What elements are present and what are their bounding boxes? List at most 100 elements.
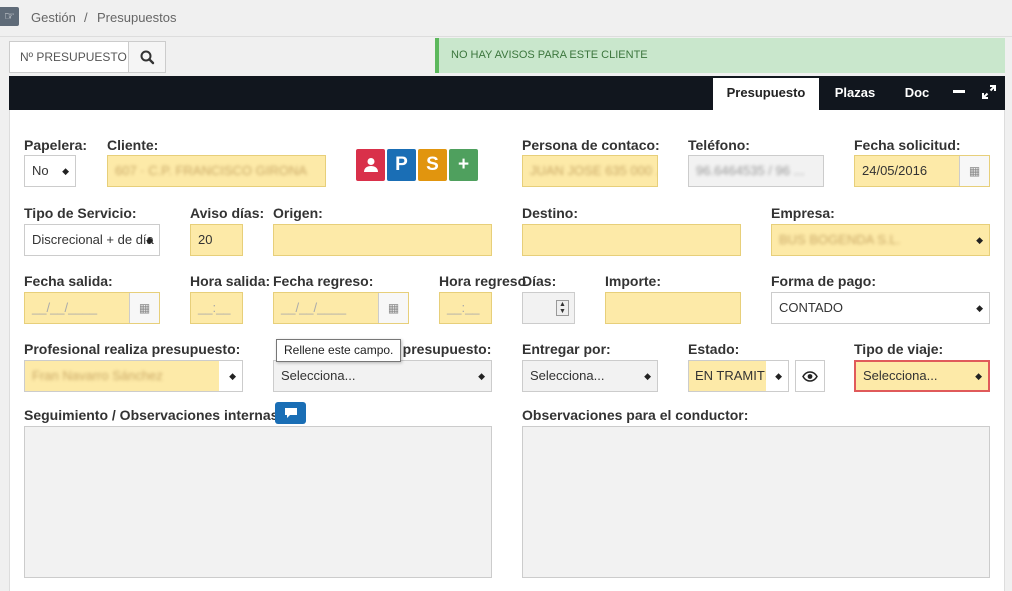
obs-conductor-label: Observaciones para el conductor: xyxy=(522,407,749,423)
fecha-solicitud-value: 24/05/2016 xyxy=(862,163,928,178)
forma-pago-select[interactable]: CONTADO ◆ xyxy=(771,292,990,324)
aviso-dias-value: 20 xyxy=(198,232,213,247)
comment-icon xyxy=(284,408,297,418)
eye-icon xyxy=(802,371,818,382)
add-comment-button[interactable] xyxy=(275,402,306,424)
hand-icon[interactable]: ☞ xyxy=(0,7,19,26)
importe-label: Importe: xyxy=(605,273,661,289)
forma-pago-value: CONTADO xyxy=(779,300,844,315)
sort-icon: ◆ xyxy=(478,371,485,381)
entregar-por-value: Selecciona... xyxy=(530,368,605,383)
fecha-solicitud-label: Fecha solicitud: xyxy=(854,137,961,153)
search-button[interactable] xyxy=(128,41,166,73)
fecha-salida-value: __/__/____ xyxy=(32,300,98,315)
search-icon xyxy=(140,50,155,65)
validation-tooltip: Rellene este campo. xyxy=(276,339,402,362)
tipo-servicio-value: Discrecional + de día xyxy=(32,232,154,247)
breadcrumb-gestion[interactable]: Gestión xyxy=(31,10,76,25)
hora-salida-label: Hora salida: xyxy=(190,273,271,289)
papelera-label: Papelera: xyxy=(24,137,88,153)
aviso-dias-label: Aviso días: xyxy=(190,205,265,221)
persona-value: JUAN JOSE 635 000 ... xyxy=(530,163,658,178)
telefono-value: 96.6464535 / 96 ... xyxy=(696,163,805,178)
realiza-presupuesto-label: a presupuesto: xyxy=(391,341,492,357)
entregar-por-label: Entregar por: xyxy=(522,341,611,357)
calendar-icon[interactable]: ▦ xyxy=(129,293,159,323)
sort-icon: ◆ xyxy=(975,371,982,381)
fecha-regreso-label: Fecha regreso: xyxy=(273,273,374,289)
entregar-por-select[interactable]: Selecciona... ◆ xyxy=(522,360,658,392)
calendar-icon[interactable]: ▦ xyxy=(378,293,408,323)
tipo-servicio-label: Tipo de Servicio: xyxy=(24,205,137,221)
sort-icon: ◆ xyxy=(976,235,983,245)
tab-plazas[interactable]: Plazas xyxy=(822,78,888,110)
persona-field[interactable]: JUAN JOSE 635 000 ... xyxy=(522,155,658,187)
estado-view-button[interactable] xyxy=(795,360,825,392)
tab-doc[interactable]: Doc xyxy=(894,78,940,110)
breadcrumb-separator: / xyxy=(84,10,88,25)
cliente-field[interactable]: 607 · C.P. FRANCISCO GIRONA xyxy=(107,155,326,187)
tab-presupuesto[interactable]: Presupuesto xyxy=(713,78,819,110)
profesional-select[interactable]: Fran Navarro Sánchez ◆ xyxy=(24,360,243,392)
fecha-regreso-value: __/__/____ xyxy=(281,300,347,315)
persona-label: Persona de contaco: xyxy=(522,137,660,153)
sort-icon: ◆ xyxy=(146,235,153,245)
expand-icon[interactable] xyxy=(982,85,996,99)
tipo-servicio-select[interactable]: Discrecional + de día ◆ xyxy=(24,224,160,256)
user-icon xyxy=(363,158,378,172)
sort-icon: ◆ xyxy=(229,371,236,381)
p-button[interactable]: P xyxy=(387,149,416,181)
aviso-dias-field[interactable]: 20 xyxy=(190,224,243,256)
empresa-value: BUS BOGENDA S.L. xyxy=(779,232,901,247)
estado-label: Estado: xyxy=(688,341,740,357)
breadcrumb-presupuestos: Presupuestos xyxy=(97,10,177,25)
presupuesto-search-input[interactable]: Nº PRESUPUESTO xyxy=(9,41,129,73)
obs-conductor-textarea[interactable] xyxy=(522,426,990,578)
sort-icon: ◆ xyxy=(976,303,983,313)
client-notice: NO HAY AVISOS PARA ESTE CLIENTE xyxy=(435,38,1005,73)
profesional-label: Profesional realiza presupuesto: xyxy=(24,341,241,357)
fecha-regreso-field[interactable]: __/__/____ ▦ xyxy=(273,292,409,324)
origen-label: Origen: xyxy=(273,205,323,221)
fecha-salida-field[interactable]: __/__/____ ▦ xyxy=(24,292,160,324)
minimize-icon[interactable] xyxy=(953,90,965,93)
realiza-presupuesto-value: Selecciona... xyxy=(281,368,356,383)
dias-field[interactable]: ▲ ▼ xyxy=(522,292,575,324)
sort-icon: ◆ xyxy=(775,371,782,381)
hora-regreso-field[interactable]: __:__ xyxy=(439,292,492,324)
hora-salida-value: __:__ xyxy=(198,300,231,315)
destino-label: Destino: xyxy=(522,205,578,221)
papelera-select[interactable]: No ◆ xyxy=(24,155,76,187)
empresa-label: Empresa: xyxy=(771,205,835,221)
tipo-viaje-select[interactable]: Selecciona... ◆ xyxy=(854,360,990,392)
add-button[interactable]: + xyxy=(449,149,478,181)
cliente-value: 607 · C.P. FRANCISCO GIRONA xyxy=(115,163,307,178)
hora-regreso-value: __:__ xyxy=(447,300,480,315)
estado-select[interactable]: EN TRAMITE ◆ xyxy=(688,360,789,392)
telefono-label: Teléfono: xyxy=(688,137,750,153)
forma-pago-label: Forma de pago: xyxy=(771,273,877,289)
seguimiento-textarea[interactable] xyxy=(24,426,492,578)
profesional-value: Fran Navarro Sánchez xyxy=(32,368,163,383)
destino-field[interactable] xyxy=(522,224,741,256)
sort-icon: ◆ xyxy=(644,371,651,381)
origen-field[interactable] xyxy=(273,224,492,256)
tipo-viaje-value: Selecciona... xyxy=(863,368,938,383)
estado-value: EN TRAMITE xyxy=(695,368,766,383)
number-spinner[interactable]: ▲ ▼ xyxy=(556,300,569,316)
tipo-viaje-label: Tipo de viaje: xyxy=(854,341,944,357)
hora-regreso-label: Hora regreso xyxy=(439,273,527,289)
fecha-salida-label: Fecha salida: xyxy=(24,273,113,289)
papelera-value: No xyxy=(32,163,49,178)
client-user-button[interactable] xyxy=(356,149,385,181)
telefono-field[interactable]: 96.6464535 / 96 ... xyxy=(688,155,824,187)
sort-icon: ◆ xyxy=(62,166,69,176)
importe-field[interactable] xyxy=(605,292,741,324)
fecha-solicitud-field[interactable]: 24/05/2016 ▦ xyxy=(854,155,990,187)
calendar-icon[interactable]: ▦ xyxy=(959,156,989,186)
realiza-presupuesto-select[interactable]: Selecciona... ◆ xyxy=(273,360,492,392)
hora-salida-field[interactable]: __:__ xyxy=(190,292,243,324)
s-button[interactable]: S xyxy=(418,149,447,181)
empresa-select[interactable]: BUS BOGENDA S.L. ◆ xyxy=(771,224,990,256)
seguimiento-label: Seguimiento / Observaciones internas: xyxy=(24,407,284,423)
